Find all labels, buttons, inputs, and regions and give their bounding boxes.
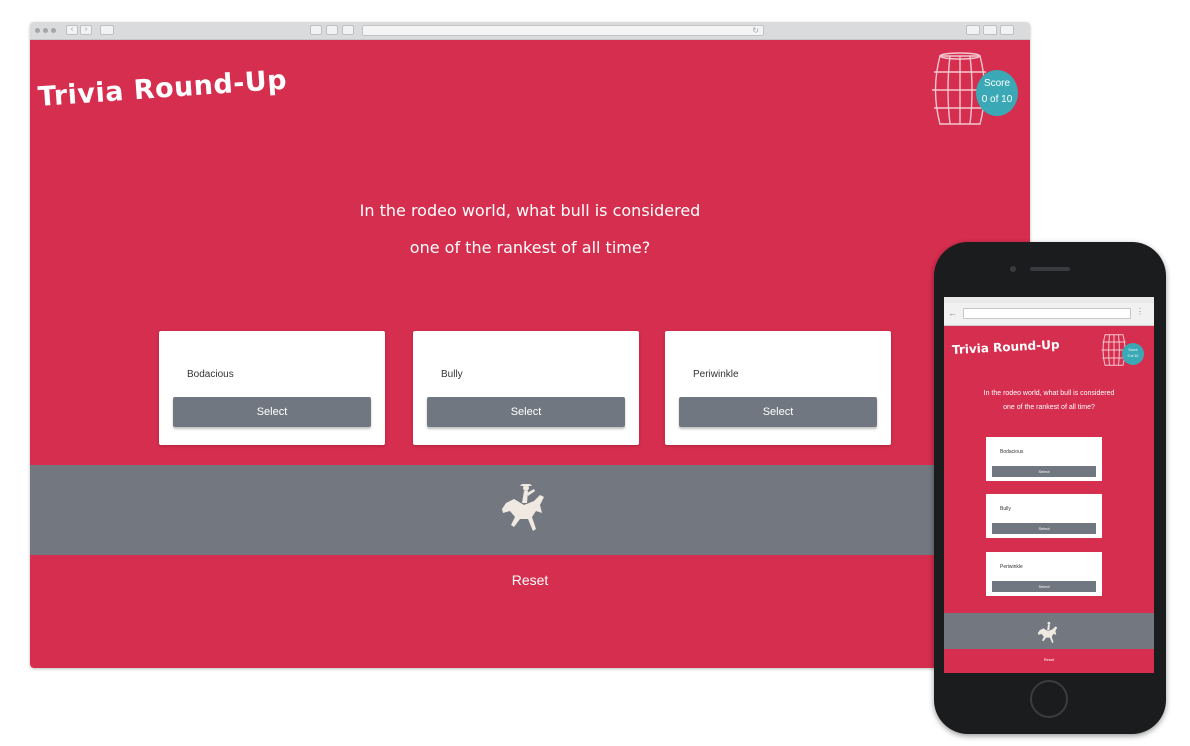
answer-card-1: Bodacious Select — [159, 331, 385, 445]
bronc-rider-icon — [502, 484, 544, 531]
bronc-rider-icon — [1037, 621, 1058, 644]
browser-toolbar: ‹ › ↻ — [30, 22, 1030, 40]
mobile-select-button-2[interactable]: Select — [992, 523, 1096, 534]
reset-link[interactable]: Reset — [30, 572, 1030, 588]
window-minimize-dot[interactable] — [43, 28, 48, 33]
desktop-browser-window: ‹ › ↻ Trivia Round-Up Score 0 of 10 In t… — [30, 22, 1030, 668]
answer-label: Periwinkle — [693, 369, 739, 380]
question-line-1: In the rodeo world, what bull is conside… — [983, 390, 1115, 397]
tab-overview-icon[interactable] — [310, 25, 322, 35]
tabs-icon[interactable] — [983, 25, 997, 35]
select-button-2[interactable]: Select — [427, 397, 625, 427]
arrow-left-icon[interactable]: ← — [948, 308, 957, 318]
select-button-1[interactable]: Select — [173, 397, 371, 427]
reload-icon[interactable]: ↻ — [752, 26, 759, 35]
score-label: Score — [983, 78, 1011, 89]
mobile-answer-card-2: Bully Select — [986, 494, 1102, 538]
new-tab-icon[interactable] — [1000, 25, 1014, 35]
speaker-grille — [1030, 267, 1070, 271]
reader-icon[interactable] — [326, 25, 338, 35]
answer-label: Bodacious — [1000, 449, 1024, 455]
mobile-select-button-3[interactable]: Select — [992, 581, 1096, 592]
sidebar-icon[interactable] — [100, 25, 114, 35]
answer-label: Bully — [1000, 506, 1011, 512]
share-icon[interactable] — [966, 25, 980, 35]
back-nav-icon[interactable]: ‹ — [66, 25, 78, 35]
address-bar[interactable]: ↻ — [362, 25, 764, 36]
trivia-page: Trivia Round-Up Score 0 of 10 In the rod… — [30, 40, 1030, 668]
mobile-browser-bar: ← ⋮ — [944, 303, 1154, 326]
extension-icon[interactable] — [342, 25, 354, 35]
select-button-3[interactable]: Select — [679, 397, 877, 427]
answer-card-2: Bully Select — [413, 331, 639, 445]
mobile-phone-frame: ← ⋮ Trivia Round-Up Score 0 of 10 In the… — [934, 242, 1166, 734]
answer-label: Periwinkle — [1000, 564, 1023, 570]
question-line-2: one of the rankest of all time? — [1003, 404, 1095, 411]
mobile-answer-card-3: Periwinkle Select — [986, 552, 1102, 596]
score-value: 0 of 10 — [981, 94, 1013, 105]
mobile-address-bar[interactable] — [963, 308, 1131, 319]
window-close-dot[interactable] — [35, 28, 40, 33]
mobile-footer-band — [944, 613, 1154, 649]
footer-band — [30, 465, 1030, 555]
question-text: In the rodeo world, what bull is conside… — [30, 192, 1030, 266]
window-zoom-dot[interactable] — [51, 28, 56, 33]
score-badge: Score 0 of 10 — [976, 70, 1018, 116]
mobile-score-badge: Score 0 of 10 — [1122, 343, 1144, 365]
score-value: 0 of 10 — [1127, 354, 1139, 358]
mobile-question-text: In the rodeo world, what bull is conside… — [944, 387, 1154, 415]
mobile-answer-card-1: Bodacious Select — [986, 437, 1102, 481]
more-vertical-icon[interactable]: ⋮ — [1136, 307, 1144, 316]
mobile-select-button-1[interactable]: Select — [992, 466, 1096, 477]
question-line-1: In the rodeo world, what bull is conside… — [359, 201, 701, 220]
mobile-reset-link[interactable]: Reset — [944, 657, 1154, 662]
home-button[interactable] — [1030, 680, 1068, 718]
question-line-2: one of the rankest of all time? — [409, 238, 651, 257]
answer-card-3: Periwinkle Select — [665, 331, 891, 445]
page-title: Trivia Round-Up — [36, 64, 289, 113]
mobile-page-title: Trivia Round-Up — [951, 337, 1060, 357]
answer-label: Bully — [441, 369, 463, 380]
mobile-screen: ← ⋮ Trivia Round-Up Score 0 of 10 In the… — [944, 297, 1154, 673]
camera-icon — [1010, 266, 1016, 272]
answer-label: Bodacious — [187, 369, 234, 380]
forward-nav-icon[interactable]: › — [80, 25, 92, 35]
